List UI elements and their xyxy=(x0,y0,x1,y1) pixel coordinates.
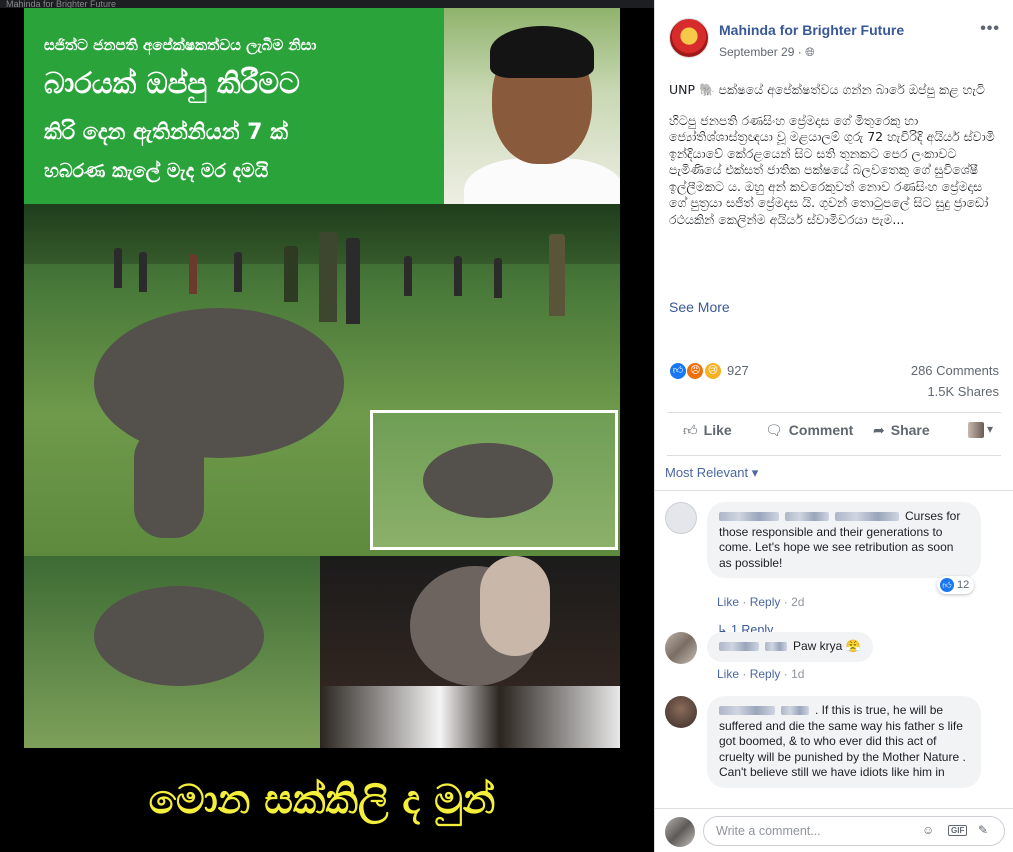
comment-time[interactable]: 1d xyxy=(791,667,804,681)
emoji-icon[interactable]: ☺ xyxy=(922,823,934,837)
shares-count-link[interactable]: 1.5K Shares xyxy=(927,384,999,399)
globe-icon: 🌐︎ xyxy=(805,45,815,59)
post-text-paragraph-1: UNP 🐘 පක්ෂයේ අපේක්ෂත්වය ගන්න බාරේ ඔප්පු … xyxy=(669,82,985,97)
blurred-name xyxy=(781,706,809,716)
chevron-down-icon: ▾ xyxy=(986,422,993,437)
reactions-summary: 👍︎ 😠︎ 😢︎ 927 286 Comments 1.5K Shares xyxy=(669,360,999,400)
page-avatar[interactable] xyxy=(669,18,709,58)
comment-bubble: Curses for those responsible and their g… xyxy=(707,502,981,578)
angry-reaction-icon: 😠︎ xyxy=(686,362,705,380)
meta-dot: · xyxy=(742,595,750,609)
blurred-name[interactable] xyxy=(719,642,759,652)
meta-dot: · xyxy=(783,595,792,609)
comment-bubble-icon: 🗨︎ xyxy=(765,422,783,438)
post-action-bar: 👍︎ Like 🗨︎ Comment ➦ Share ▾ xyxy=(669,416,999,450)
comments-list[interactable]: Curses for those responsible and their g… xyxy=(655,490,1013,808)
banner-line-1: සජිත්ට ජනපති අපේක්ෂකත්වය ලැබීම නිසා xyxy=(44,36,317,54)
divider xyxy=(655,490,1013,491)
post-photo[interactable]: සජිත්ට ජනපති අපේක්ෂකත්වය ලැබීම නිසා බාරය… xyxy=(24,8,620,852)
comment-placeholder: Write a comment... xyxy=(716,824,821,838)
meta-dot: · xyxy=(783,667,792,681)
comment-meta: Like · Reply · 1d xyxy=(717,667,804,681)
photo-viewer[interactable]: Mahinda for Brighter Future සජිත්ට ජනපති… xyxy=(0,0,654,852)
like-badge-icon: 👍︎ xyxy=(940,578,954,592)
comment-like-badge[interactable]: 👍︎ 12 xyxy=(937,576,975,594)
comment-like-link[interactable]: Like xyxy=(717,595,739,609)
elephant-main xyxy=(94,308,344,458)
comment-label: Comment xyxy=(788,422,854,438)
page-name-link[interactable]: Mahinda for Brighter Future xyxy=(719,22,904,38)
commenter-avatar[interactable] xyxy=(665,632,697,664)
blurred-name xyxy=(835,512,899,522)
share-as-menu[interactable]: ▾ xyxy=(967,422,993,438)
banner-line-4: හබරණ කැලේ මැද මර දමයි xyxy=(44,160,269,182)
inset-photo-1 xyxy=(370,410,618,550)
meta-separator: · xyxy=(797,45,806,59)
thumbs-up-icon: 👍︎ xyxy=(683,422,698,438)
politician-portrait xyxy=(444,8,620,218)
blurred-name[interactable] xyxy=(719,706,775,716)
meta-dot: · xyxy=(742,667,750,681)
comments-count-link[interactable]: 286 Comments xyxy=(911,363,999,378)
comment-item: . If this is true, he will be suffered a… xyxy=(665,696,995,808)
comment-bubble: Paw krya 😤 xyxy=(707,632,873,662)
banner-line-3: කිරි දෙන ඇතින්නියන් 7 ක් xyxy=(44,120,288,145)
comment-composer: Write a comment... ☺ GIF ✎ xyxy=(655,808,1013,852)
commenter-avatar[interactable] xyxy=(665,502,697,534)
comment-meta: Like · Reply · 2d xyxy=(717,595,804,609)
more-options-icon[interactable]: ••• xyxy=(980,20,1000,38)
photo-banner: සජිත්ට ජනපති අපේක්ෂකත්වය ලැබීම නිසා බාරය… xyxy=(24,8,444,204)
commenter-avatar[interactable] xyxy=(665,696,697,728)
comment-button[interactable]: 🗨︎ Comment xyxy=(765,422,853,439)
mini-avatar xyxy=(967,422,984,438)
comment-item: Paw krya 😤 Like · Reply · 1d xyxy=(665,632,995,692)
comment-input[interactable]: Write a comment... ☺ GIF ✎ xyxy=(703,816,1005,846)
blurred-name[interactable] xyxy=(719,512,779,522)
sad-reaction-icon: 😢︎ xyxy=(703,362,722,380)
share-label: Share xyxy=(890,422,930,438)
sticker-icon[interactable]: ✎ xyxy=(978,823,988,837)
post-text-paragraph-2: හිටපු ජනපති රණසිංහ ප්‍රේමදාස ගේ මිතුරෙකු… xyxy=(669,112,995,227)
post-date[interactable]: September 29 xyxy=(719,45,794,59)
comment-like-count: 12 xyxy=(957,578,970,591)
comment-bubble: . If this is true, he will be suffered a… xyxy=(707,696,981,788)
blurred-name xyxy=(765,642,787,652)
user-avatar xyxy=(665,817,695,847)
divider xyxy=(667,412,1001,413)
inset-photo-3 xyxy=(320,556,620,748)
reaction-icons[interactable]: 👍︎ 😠︎ 😢︎ xyxy=(669,362,722,380)
inset-photo-2 xyxy=(24,556,320,748)
reaction-count[interactable]: 927 xyxy=(727,363,749,378)
blurred-name xyxy=(785,512,829,522)
see-more-link[interactable]: See More xyxy=(669,299,730,315)
share-arrow-icon: ➦ xyxy=(873,422,885,438)
like-reaction-icon: 👍︎ xyxy=(669,362,687,380)
comment-item: Curses for those responsible and their g… xyxy=(665,502,995,637)
banner-line-2: බාරයක් ඔප්පු කිරීමට xyxy=(44,66,300,100)
post-sidebar: Mahinda for Brighter Future September 29… xyxy=(654,0,1013,852)
comment-reply-link[interactable]: Reply xyxy=(750,667,781,681)
post-body: UNP 🐘 පක්ෂයේ අපේක්ෂත්වය ගන්න බාරේ ඔප්පු … xyxy=(669,82,999,242)
window-title-strip: Mahinda for Brighter Future xyxy=(0,0,654,8)
photo-caption: මොන සක්කිලි ද මුන් xyxy=(24,748,620,852)
gif-icon[interactable]: GIF xyxy=(948,825,968,836)
comment-reply-link[interactable]: Reply xyxy=(750,595,781,609)
comment-text: Paw krya 😤 xyxy=(793,639,861,653)
comment-sort-dropdown[interactable]: Most Relevant ▾ xyxy=(665,465,758,481)
share-button[interactable]: ➦ Share xyxy=(873,422,930,439)
like-button[interactable]: 👍︎ Like xyxy=(683,422,732,439)
comment-like-link[interactable]: Like xyxy=(717,667,739,681)
like-label: Like xyxy=(703,422,732,438)
post-header: Mahinda for Brighter Future September 29… xyxy=(669,18,1004,64)
comment-time[interactable]: 2d xyxy=(791,595,804,609)
divider xyxy=(667,455,1001,456)
post-meta: September 29 · 🌐︎ xyxy=(719,45,815,60)
